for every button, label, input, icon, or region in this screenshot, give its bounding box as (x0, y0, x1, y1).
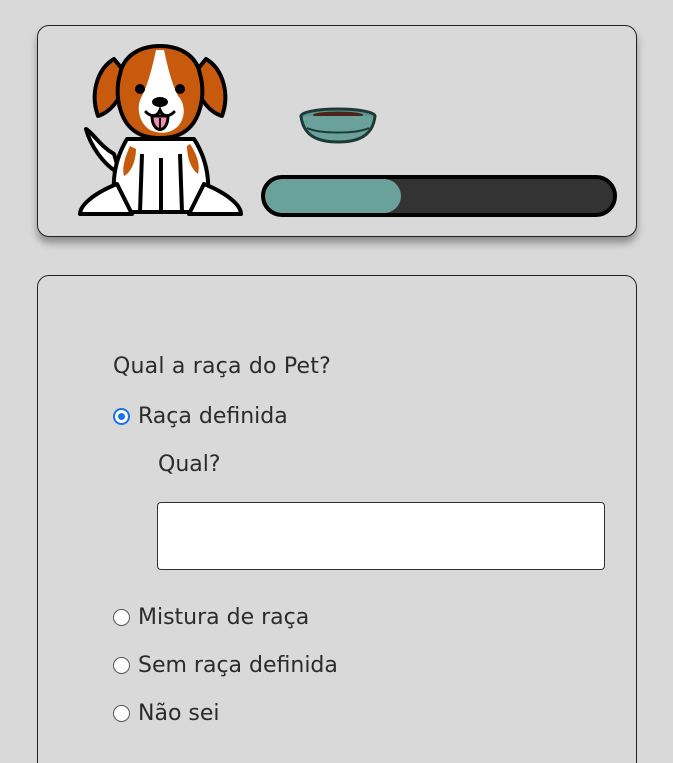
breed-question-card: Qual a raça do Pet? Raça definida Qual? … (37, 275, 637, 763)
radio-defined-breed[interactable] (113, 408, 130, 425)
option-defined-breed[interactable]: Raça definida (113, 404, 288, 429)
option-label: Sem raça definida (138, 653, 338, 678)
option-label: Não sei (138, 701, 220, 726)
question-title: Qual a raça do Pet? (113, 354, 331, 379)
option-mixed-breed[interactable]: Mistura de raça (113, 605, 309, 630)
breed-prompt-label: Qual? (158, 452, 221, 477)
option-label: Raça definida (138, 404, 288, 429)
radio-no-breed[interactable] (113, 657, 130, 674)
food-bowl-icon (299, 107, 377, 144)
pet-progress-card (37, 25, 637, 237)
feeding-progress-bar (261, 175, 617, 217)
progress-bar-fill (265, 179, 401, 213)
option-label: Mistura de raça (138, 605, 310, 630)
dog-illustration (78, 44, 243, 216)
radio-mixed-breed[interactable] (113, 609, 130, 626)
option-no-breed[interactable]: Sem raça definida (113, 653, 338, 678)
option-dont-know[interactable]: Não sei (113, 701, 220, 726)
radio-dont-know[interactable] (113, 705, 130, 722)
breed-name-input[interactable] (157, 502, 605, 570)
